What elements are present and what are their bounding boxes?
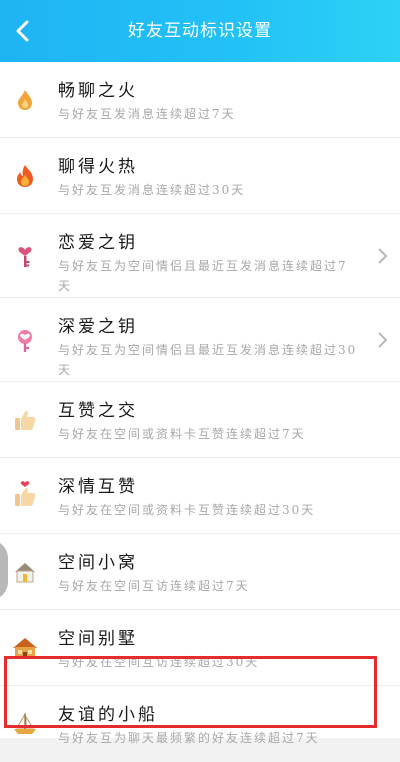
- list-item[interactable]: 空间小窝 与好友在空间互访连续超过7天: [0, 534, 400, 610]
- house-icon: [12, 559, 38, 585]
- item-name: 互赞之交: [58, 401, 138, 421]
- list-item[interactable]: 友谊的小船 与好友互为聊天最频繁的好友连续超过7天: [0, 686, 400, 762]
- item-description: 与好友在空间或资料卡互赞连续超过30天: [58, 503, 316, 517]
- interaction-badge-list: 畅聊之火 与好友互发消息连续超过7天 聊得火热 与好友互发消息连续超过30天 恋…: [0, 62, 400, 745]
- item-name: 深情互赞: [58, 477, 138, 497]
- list-item[interactable]: 聊得火热 与好友互发消息连续超过30天: [0, 138, 400, 214]
- list-item[interactable]: 深爱之钥 与好友互为空间情侣且最近互发消息连续超过30天: [0, 298, 400, 382]
- item-name: 聊得火热: [58, 157, 138, 177]
- list-item[interactable]: 深情互赞 与好友在空间或资料卡互赞连续超过30天: [0, 458, 400, 534]
- back-button[interactable]: [6, 14, 40, 48]
- pink-key-icon: [12, 328, 38, 354]
- item-name: 恋爱之钥: [58, 233, 138, 253]
- list-item[interactable]: 恋爱之钥 与好友互为空间情侣且最近互发消息连续超过7天: [0, 214, 400, 298]
- chevron-right-icon: [378, 332, 388, 348]
- list-item[interactable]: 空间别墅 与好友在空间互访连续超过30天: [0, 610, 400, 686]
- item-description: 与好友互发消息连续超过7天: [58, 107, 236, 121]
- item-name: 深爱之钥: [58, 317, 138, 337]
- item-name: 畅聊之火: [58, 81, 138, 101]
- item-description: 与好友在空间或资料卡互赞连续超过7天: [58, 427, 306, 441]
- chevron-right-icon: [378, 248, 388, 264]
- thumbs-up-icon: [12, 407, 38, 433]
- item-description: 与好友在空间互访连续超过30天: [58, 655, 260, 669]
- item-description: 与好友在空间互访连续超过7天: [58, 579, 250, 593]
- item-description: 与好友互发消息连续超过30天: [58, 183, 246, 197]
- item-name: 空间小窝: [58, 553, 138, 573]
- chevron-left-icon: [16, 20, 29, 42]
- item-name: 友谊的小船: [58, 705, 158, 725]
- list-item[interactable]: 互赞之交 与好友在空间或资料卡互赞连续超过7天: [0, 382, 400, 458]
- heart-thumbs-up-icon: [12, 480, 38, 506]
- item-description: 与好友互为空间情侣且最近互发消息连续超过30天: [58, 343, 358, 377]
- villa-icon: [12, 635, 38, 661]
- list-item[interactable]: 畅聊之火 与好友互发消息连续超过7天: [0, 62, 400, 138]
- page-title: 好友互动标识设置: [128, 21, 272, 41]
- item-description: 与好友互为聊天最频繁的好友连续超过7天: [58, 731, 320, 745]
- boat-icon: [12, 711, 38, 737]
- key-icon: [12, 244, 38, 270]
- small-flame-icon: [12, 87, 38, 113]
- item-description: 与好友互为空间情侣且最近互发消息连续超过7天: [58, 259, 348, 293]
- big-flame-icon: [12, 163, 38, 189]
- title-bar: 好友互动标识设置: [0, 0, 400, 62]
- item-name: 空间别墅: [58, 629, 138, 649]
